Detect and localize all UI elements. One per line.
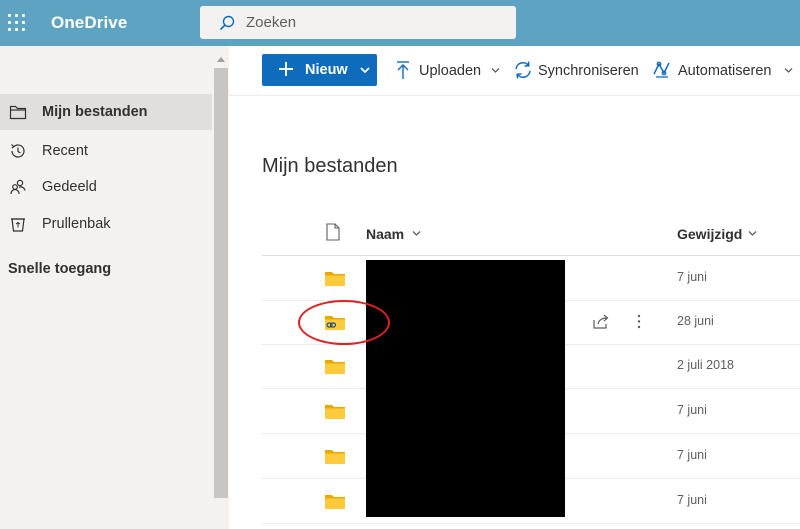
file-list-header: Naam Gewijzigd — [262, 212, 800, 256]
sync-button[interactable]: Synchroniseren — [513, 54, 639, 86]
new-button-label: Nieuw — [305, 62, 348, 78]
modified-date: 7 juni — [677, 403, 707, 417]
sidebar-item-shared[interactable]: Gedeeld — [0, 169, 212, 205]
sync-icon — [515, 61, 531, 79]
column-header-modified[interactable]: Gewijzigd — [677, 226, 742, 242]
folder-icon — [325, 272, 345, 286]
folder-icon — [325, 360, 345, 374]
highlight-circle — [298, 300, 390, 345]
more-options-icon[interactable] — [636, 313, 642, 330]
upload-label: Uploaden — [419, 63, 482, 79]
sidebar: Mijn bestanden Recent Gedeeld Prullenbak… — [0, 46, 229, 529]
app-name[interactable]: OneDrive — [51, 13, 127, 33]
people-icon — [10, 179, 26, 195]
chevron-down-icon[interactable] — [412, 230, 421, 237]
app-launcher-icon[interactable] — [8, 14, 26, 32]
sidebar-item-label: Mijn bestanden — [42, 104, 148, 120]
modified-date: 28 juni — [677, 314, 714, 328]
trash-icon — [11, 218, 25, 232]
file-type-icon[interactable] — [326, 223, 340, 241]
scroll-up-arrow-icon[interactable] — [217, 57, 225, 62]
scrollbar-thumb[interactable] — [214, 68, 228, 498]
flow-icon — [653, 61, 670, 78]
command-bar: Nieuw Uploaden Synchroniseren Automatise… — [229, 46, 800, 96]
automate-label: Automatiseren — [678, 63, 772, 79]
sidebar-item-recent[interactable]: Recent — [0, 133, 212, 169]
share-icon[interactable] — [592, 313, 610, 330]
chevron-down-icon — [784, 68, 793, 73]
search-icon — [219, 15, 235, 31]
search-input[interactable]: Zoeken — [246, 14, 296, 31]
sidebar-item-label: Gedeeld — [42, 179, 97, 195]
modified-date: 2 juli 2018 — [677, 358, 734, 372]
search-box[interactable]: Zoeken — [200, 6, 516, 39]
chevron-down-icon — [360, 67, 370, 74]
redacted-file-names — [366, 260, 565, 517]
folder-icon — [325, 495, 345, 509]
upload-button[interactable]: Uploaden — [395, 54, 500, 86]
sidebar-item-recycle-bin[interactable]: Prullenbak — [0, 206, 212, 242]
folder-icon — [9, 105, 27, 120]
chevron-down-icon — [491, 68, 500, 73]
top-bar: OneDrive Zoeken — [0, 0, 800, 46]
sync-label: Synchroniseren — [538, 63, 639, 79]
automate-button[interactable]: Automatiseren — [652, 54, 793, 86]
folder-icon — [325, 450, 345, 464]
sidebar-item-label: Recent — [42, 143, 88, 159]
sidebar-item-label: Prullenbak — [42, 216, 111, 232]
clock-icon — [11, 144, 25, 158]
column-header-name[interactable]: Naam — [366, 226, 404, 242]
folder-icon — [325, 405, 345, 419]
sidebar-scrollbar[interactable] — [213, 57, 229, 529]
quick-access-heading[interactable]: Snelle toegang — [8, 261, 111, 277]
page-title: Mijn bestanden — [262, 155, 398, 177]
new-button[interactable]: Nieuw — [262, 54, 377, 86]
modified-date: 7 juni — [677, 448, 707, 462]
plus-icon — [279, 62, 293, 76]
modified-date: 7 juni — [677, 270, 707, 284]
sidebar-item-my-files[interactable]: Mijn bestanden — [0, 94, 212, 130]
upload-icon — [397, 61, 409, 79]
modified-date: 7 juni — [677, 493, 707, 507]
chevron-down-icon[interactable] — [748, 230, 757, 237]
